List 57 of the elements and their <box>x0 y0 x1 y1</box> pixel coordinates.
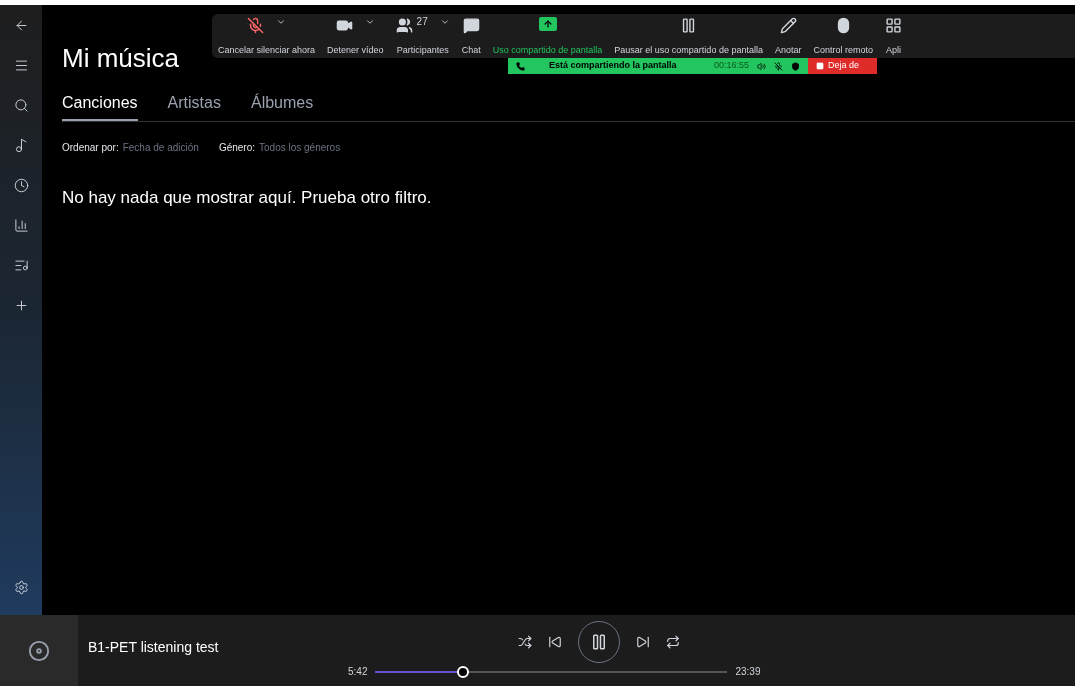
shuffle-button[interactable] <box>518 635 533 649</box>
toolbar-button[interactable]: Anotar <box>768 14 808 58</box>
repeat-icon <box>666 635 681 649</box>
tab[interactable]: Artistas <box>167 91 221 121</box>
previous-button[interactable] <box>548 635 563 649</box>
total-time: 23:39 <box>735 665 761 679</box>
mic-off-icon <box>247 17 265 34</box>
toolbar-button[interactable]: 27 Participantes <box>389 14 456 58</box>
empty-message: No hay nada que mostrar aquí. Prueba otro filtro. <box>62 187 433 209</box>
toolbar-button[interactable]: Pausar el uso compartido de pantalla <box>608 14 769 58</box>
previous-icon <box>548 635 563 649</box>
progress-slider[interactable] <box>375 665 728 678</box>
back-icon <box>13 17 29 33</box>
phone-icon <box>516 61 525 71</box>
toolbar-button[interactable]: Apli <box>879 14 908 58</box>
chevron-down-icon <box>439 17 450 27</box>
shuffle-icon <box>518 635 533 649</box>
page-title: Mi música <box>62 45 179 71</box>
stop-icon <box>816 62 824 70</box>
tab[interactable]: Álbumes <box>250 91 314 121</box>
shield-icon <box>791 61 800 71</box>
music-note-icon <box>13 137 29 153</box>
tab[interactable]: Canciones <box>62 91 138 121</box>
toolbar-button[interactable]: Detener vídeo <box>321 14 390 58</box>
next-button[interactable] <box>636 635 651 649</box>
share-status-text: Está compartiendo la pantalla <box>549 59 677 73</box>
pencil-icon <box>779 17 797 34</box>
settings-icon <box>13 579 29 595</box>
filter-dropdown[interactable]: Ordenar por: Fecha de adición <box>62 140 199 155</box>
chevron-down-icon <box>364 17 375 27</box>
apps-icon <box>885 17 902 34</box>
repeat-button[interactable] <box>666 635 681 649</box>
playlist-icon <box>13 257 29 273</box>
disc-icon <box>28 639 50 662</box>
participant-count: 27 <box>416 17 428 27</box>
share-timer: 00:16:55 <box>713 59 749 73</box>
next-icon <box>636 635 651 649</box>
filter-dropdown[interactable]: Género: Todos los géneros <box>218 140 341 155</box>
toolbar-button[interactable]: Control remoto <box>807 14 879 58</box>
toolbar-button[interactable]: Chat <box>455 14 487 58</box>
search-icon <box>13 97 29 113</box>
toolbar-button[interactable]: Cancelar silenciar ahora <box>212 14 322 58</box>
speaker-icon <box>757 61 766 71</box>
toolbar-button[interactable]: Uso compartido de pantalla <box>486 14 609 58</box>
people-icon <box>395 17 413 34</box>
clock-icon <box>13 177 29 193</box>
progress-thumb[interactable] <box>457 665 470 678</box>
chat-icon <box>462 17 480 34</box>
plus-icon <box>13 297 29 313</box>
chevron-down-icon <box>276 17 287 27</box>
track-title: B1-PET listening test <box>88 638 220 657</box>
stop-share-button[interactable]: Deja de <box>808 58 877 74</box>
mic-off-icon <box>774 61 783 71</box>
elapsed-time: 5:42 <box>348 665 368 679</box>
bar-chart-icon <box>13 217 29 233</box>
menu-icon <box>13 57 29 73</box>
share-screen-icon <box>538 17 557 31</box>
